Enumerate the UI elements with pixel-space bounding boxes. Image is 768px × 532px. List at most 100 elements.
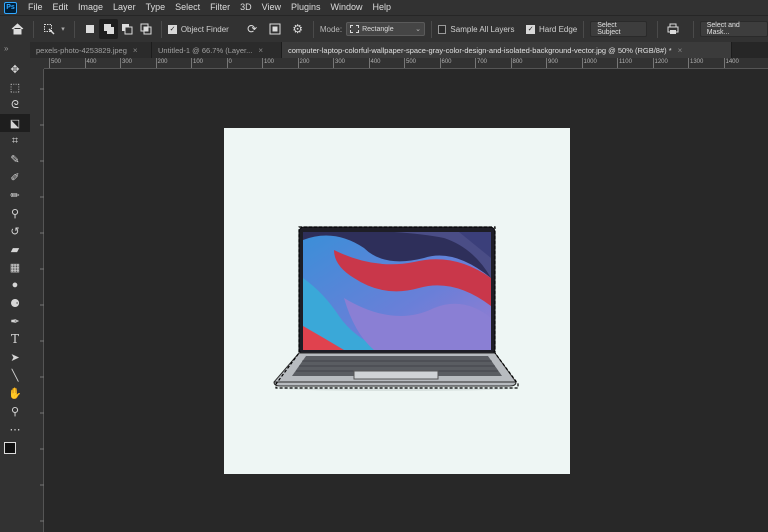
ruler-tick <box>652 58 654 68</box>
ruler-label: 100 <box>193 59 204 65</box>
ruler-tick <box>688 58 689 68</box>
ruler-tick <box>191 58 192 68</box>
lasso-tool[interactable]: ᘓ <box>0 96 30 114</box>
brush-icon: ✏ <box>10 189 20 202</box>
tools-panel: ✥ ⬚ ᘓ ⬕ ⌗ ✎ ✐ ✏ ⚲ ↺ ▰ ▦ ● ⚈ ✒ T ➤ ╲ ✋ ⚲ … <box>0 60 30 466</box>
tab-label: Untitled-1 @ 66.7% (Layer... <box>158 45 253 55</box>
separator <box>692 20 694 38</box>
blur-tool[interactable]: ● <box>0 276 30 294</box>
subtract-from-selection-icon[interactable] <box>118 19 137 39</box>
ruler-tick <box>723 58 725 68</box>
ruler-label: 500 <box>51 59 62 65</box>
menu-plugins[interactable]: Plugins <box>286 0 326 15</box>
select-and-mask-button[interactable]: Select and Mask... <box>699 21 768 37</box>
menu-image[interactable]: Image <box>73 0 108 15</box>
pen-tool[interactable]: ✒ <box>0 312 30 330</box>
select-subject-button[interactable]: Select Subject <box>590 21 648 37</box>
horizontal-ruler: 500 400 300 200 100 0 100 200 300 400 500 600 700 800… <box>44 58 768 69</box>
zoom-icon: ⚲ <box>10 405 20 418</box>
separator <box>32 20 34 38</box>
marquee-tool[interactable]: ⬚ <box>0 78 30 96</box>
print-icon[interactable] <box>664 19 683 39</box>
hard-edge-checkbox[interactable]: ✓ <box>526 24 535 34</box>
photoshop-logo[interactable]: Ps <box>4 1 17 14</box>
menu-type[interactable]: Type <box>141 0 171 15</box>
sample-all-layers-checkbox[interactable] <box>437 24 447 34</box>
healing-icon: ✐ <box>10 171 20 184</box>
rectangle-icon <box>350 25 360 33</box>
object-finder-checkbox[interactable]: ✓ <box>168 24 177 34</box>
ruler-tick <box>581 58 583 68</box>
separator <box>73 20 75 38</box>
tab-computer-laptop[interactable]: computer-laptop-colorful-wallpaper-space… <box>282 42 732 58</box>
chevron-down-icon[interactable]: ▾ <box>58 19 67 39</box>
ruler-label: 1200 <box>654 59 668 65</box>
menu-layer[interactable]: Layer <box>108 0 141 15</box>
menu-select[interactable]: Select <box>170 0 205 15</box>
spot-healing-tool[interactable]: ✐ <box>0 168 30 186</box>
collapse-icon[interactable]: » <box>4 44 8 53</box>
gear-icon[interactable]: ⚙ <box>288 19 307 39</box>
object-selection-tool[interactable]: ⬕ <box>0 114 30 132</box>
ruler-corner <box>30 58 44 69</box>
eyedropper-tool[interactable]: ✎ <box>0 150 30 168</box>
menu-view[interactable]: View <box>257 0 286 15</box>
line-tool[interactable]: ╲ <box>0 366 30 384</box>
clone-stamp-tool[interactable]: ⚲ <box>0 204 30 222</box>
ruler-tick <box>368 58 370 68</box>
gradient-tool[interactable]: ▦ <box>0 258 30 276</box>
add-to-selection-icon[interactable] <box>99 19 118 39</box>
separator <box>161 20 163 38</box>
foreground-color[interactable] <box>4 442 16 454</box>
refresh-icon[interactable]: ⟳ <box>243 19 262 39</box>
close-icon[interactable]: × <box>678 46 683 55</box>
menu-help[interactable]: Help <box>368 0 397 15</box>
eyedropper-icon: ✎ <box>10 153 20 166</box>
ruler-label: 500 <box>406 59 417 65</box>
menu-3d[interactable]: 3D <box>235 0 257 15</box>
ruler-tick <box>333 58 334 68</box>
new-selection-icon[interactable] <box>81 19 100 39</box>
ruler-tick <box>510 58 512 68</box>
hand-tool[interactable]: ✋ <box>0 384 30 402</box>
chevron-down-icon: ⌄ <box>415 26 421 33</box>
ruler-tick <box>404 58 405 68</box>
menu-edit[interactable]: Edit <box>48 0 74 15</box>
menu-window[interactable]: Window <box>326 0 368 15</box>
ruler-tick <box>49 58 50 68</box>
separator <box>312 20 314 38</box>
tab-untitled-1[interactable]: Untitled-1 @ 66.7% (Layer... × <box>152 42 282 58</box>
move-tool[interactable]: ✥ <box>0 60 30 78</box>
lasso-icon: ᘓ <box>11 98 19 111</box>
history-brush-tool[interactable]: ↺ <box>0 222 30 240</box>
dodge-tool[interactable]: ⚈ <box>0 294 30 312</box>
show-all-objects-icon[interactable] <box>266 19 285 39</box>
mode-select[interactable]: Rectangle ⌄ <box>346 22 425 36</box>
eraser-tool[interactable]: ▰ <box>0 240 30 258</box>
hand-icon: ✋ <box>8 387 22 400</box>
color-swatches[interactable] <box>0 438 30 466</box>
tab-pexels-photo[interactable]: pexels-photo-4253829.jpeg × <box>30 42 152 58</box>
separator <box>657 20 659 38</box>
dodge-icon: ⚈ <box>10 297 20 310</box>
type-tool[interactable]: T <box>0 330 30 348</box>
path-selection-tool[interactable]: ➤ <box>0 348 30 366</box>
menu-filter[interactable]: Filter <box>205 0 235 15</box>
more-tools[interactable]: ⋯ <box>0 420 30 438</box>
vertical-ruler <box>30 69 44 532</box>
close-icon[interactable]: × <box>258 46 263 55</box>
ruler-label: 600 <box>441 59 452 65</box>
intersect-selection-icon[interactable] <box>137 19 156 39</box>
path-selection-icon: ➤ <box>10 351 20 364</box>
home-icon[interactable] <box>8 19 27 39</box>
menu-file[interactable]: File <box>23 0 48 15</box>
history-brush-icon: ↺ <box>10 225 20 238</box>
mode-value: Rectangle <box>362 25 394 33</box>
crop-tool[interactable]: ⌗ <box>0 132 30 150</box>
ruler-label: 0 <box>228 59 232 65</box>
close-icon[interactable]: × <box>133 46 138 55</box>
document-canvas[interactable] <box>224 128 570 474</box>
brush-tool[interactable]: ✏ <box>0 186 30 204</box>
zoom-tool[interactable]: ⚲ <box>0 402 30 420</box>
tool-preset-icon[interactable] <box>40 19 59 39</box>
